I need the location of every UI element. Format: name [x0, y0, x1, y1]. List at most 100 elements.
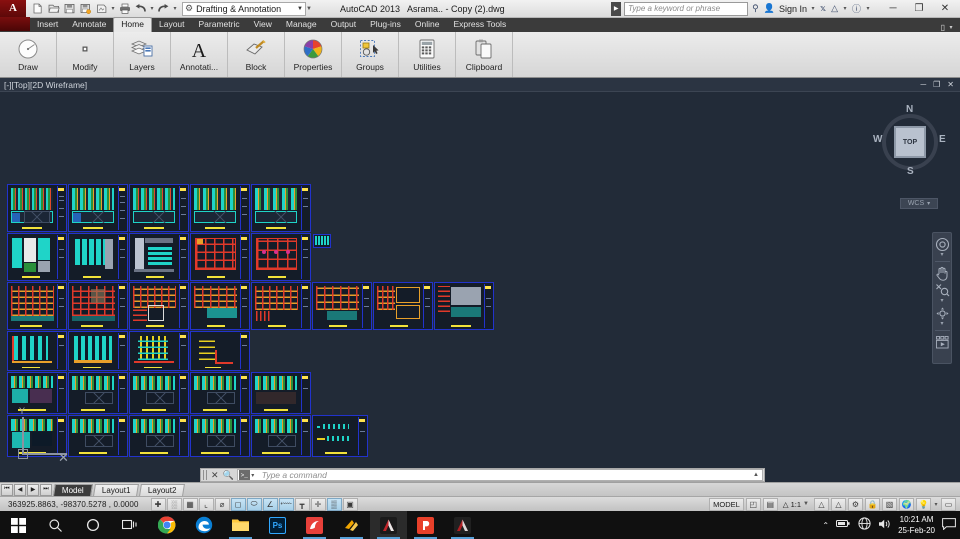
- panel-draw[interactable]: Draw: [0, 32, 57, 77]
- ribbon-minimize-caret[interactable]: ▾: [948, 24, 954, 31]
- help-caret[interactable]: ▾: [865, 5, 871, 12]
- fullscreen-icon[interactable]: ▭: [941, 497, 956, 511]
- pan-hand-icon[interactable]: [933, 265, 951, 281]
- user-account-icon[interactable]: 👤: [763, 3, 776, 14]
- exchange-apps-icon[interactable]: 𝕩: [819, 3, 827, 14]
- tab-layout[interactable]: Layout: [152, 18, 192, 32]
- start-button[interactable]: [0, 511, 37, 539]
- undo-icon[interactable]: [133, 1, 148, 16]
- tab-model[interactable]: Model: [53, 483, 93, 496]
- lineweight-icon[interactable]: ✛: [310, 497, 326, 511]
- autocad-icon[interactable]: [370, 511, 407, 539]
- next-layout-button[interactable]: ▶: [27, 483, 39, 496]
- autocad-second-icon[interactable]: [444, 511, 481, 539]
- minimize-button[interactable]: ─: [880, 0, 906, 18]
- save-icon[interactable]: [62, 1, 77, 16]
- view-cube[interactable]: TOP N S E W: [872, 104, 948, 180]
- tab-home[interactable]: Home: [113, 17, 152, 32]
- tab-view[interactable]: View: [247, 18, 279, 32]
- tab-layout2[interactable]: Layout2: [139, 483, 186, 496]
- undo-dropdown-caret[interactable]: ▾: [149, 5, 155, 12]
- tab-online[interactable]: Online: [408, 18, 447, 32]
- application-menu-button[interactable]: A: [0, 0, 26, 18]
- photoshop-icon[interactable]: Ps: [259, 511, 296, 539]
- zoom-extents-icon[interactable]: [933, 282, 951, 298]
- panel-utilities[interactable]: Utilities: [399, 32, 456, 77]
- last-layout-button[interactable]: ⏭: [40, 483, 52, 496]
- viewport-close-button[interactable]: ✕: [947, 80, 954, 89]
- quick-properties-icon[interactable]: ▣: [342, 497, 358, 511]
- sign-in-button[interactable]: Sign In: [779, 4, 807, 14]
- redo-dropdown-caret[interactable]: ▾: [172, 5, 178, 12]
- sign-in-caret[interactable]: ▾: [810, 5, 816, 12]
- panel-clipboard[interactable]: Clipboard: [456, 32, 513, 77]
- transparency-icon[interactable]: ▒: [326, 497, 342, 511]
- panel-block[interactable]: Block: [228, 32, 285, 77]
- redo-icon[interactable]: [156, 1, 171, 16]
- chrome-icon[interactable]: [148, 511, 185, 539]
- panel-annotation[interactable]: A Annotati...: [171, 32, 228, 77]
- navigation-bar[interactable]: ▾ ▾ ▾: [932, 232, 952, 364]
- open-file-icon[interactable]: [46, 1, 61, 16]
- annotation-scale-selector[interactable]: △ 1:1 ▼: [780, 500, 812, 509]
- wcs-selector[interactable]: WCS ▾: [900, 198, 938, 209]
- dynamic-ucs-icon[interactable]: ⬳: [278, 497, 294, 511]
- save-as-icon[interactable]: [78, 1, 93, 16]
- annotation-scale-caret[interactable]: ▼: [803, 501, 809, 507]
- maximize-button[interactable]: ❐: [906, 0, 932, 18]
- edge-icon[interactable]: [185, 511, 222, 539]
- battery-icon[interactable]: [836, 518, 851, 532]
- annotation-visibility-icon[interactable]: △: [783, 500, 789, 509]
- close-icon[interactable]: ✕: [209, 470, 221, 481]
- drawing-area[interactable]: [-][Top][2D Wireframe] ─ ❐ ✕ TOP N S E W…: [0, 78, 960, 468]
- tab-annotate[interactable]: Annotate: [65, 18, 113, 32]
- showmotion-icon[interactable]: [933, 334, 951, 350]
- sketchup-icon[interactable]: [296, 511, 333, 539]
- plot-dropdown-caret[interactable]: ▾: [110, 5, 116, 12]
- search-binoculars-icon[interactable]: ⚲: [751, 3, 760, 14]
- taskbar-clock[interactable]: 10:21 AM 25-Feb-20: [898, 514, 935, 536]
- new-file-icon[interactable]: [30, 1, 45, 16]
- model-space-icon[interactable]: ◰: [745, 497, 761, 511]
- help-icon[interactable]: ⓘ: [851, 2, 862, 15]
- zoom-caret[interactable]: ▾: [940, 298, 943, 304]
- hardware-acceleration-icon[interactable]: ▧: [882, 497, 897, 511]
- qat-overflow-caret[interactable]: ▼: [306, 6, 312, 12]
- orbit-caret[interactable]: ▾: [940, 321, 943, 327]
- viewport-restore-button[interactable]: ❐: [933, 80, 940, 89]
- print-icon[interactable]: [117, 1, 132, 16]
- snap-mode-icon[interactable]: ░: [166, 497, 182, 511]
- command-input[interactable]: >_ ▾ Type a command ▲: [236, 469, 763, 481]
- 3d-object-snap-icon[interactable]: ⬭: [246, 497, 262, 511]
- viewcube-top-face[interactable]: TOP: [894, 126, 926, 158]
- isolate-objects-icon[interactable]: 🌍: [899, 497, 914, 511]
- orbit-icon[interactable]: [933, 305, 951, 321]
- command-expand-icon[interactable]: ▲: [753, 472, 762, 478]
- command-line-grip[interactable]: [203, 470, 207, 480]
- tab-plug-ins[interactable]: Plug-ins: [363, 18, 408, 32]
- search-dropdown-icon[interactable]: ▶: [611, 1, 622, 16]
- viewcube-north-label[interactable]: N: [906, 104, 913, 115]
- search-icon[interactable]: [37, 511, 74, 539]
- viewcube-east-label[interactable]: E: [939, 134, 946, 145]
- tab-express-tools[interactable]: Express Tools: [446, 18, 513, 32]
- lumion-icon[interactable]: [333, 511, 370, 539]
- steering-wheel-icon[interactable]: [933, 236, 951, 252]
- ortho-mode-icon[interactable]: ⌞: [198, 497, 214, 511]
- autodesk-360-caret[interactable]: ▾: [842, 5, 848, 12]
- polar-tracking-icon[interactable]: ⌀: [214, 497, 230, 511]
- grid-display-icon[interactable]: ▦: [182, 497, 198, 511]
- command-tools-icon[interactable]: 🔍: [221, 470, 236, 481]
- prev-layout-button[interactable]: ◀: [14, 483, 26, 496]
- volume-icon[interactable]: [878, 518, 891, 533]
- chevron-down-icon[interactable]: ▼: [297, 6, 303, 12]
- coordinates-display[interactable]: 363925.8863, -98370.5278 , 0.0000: [0, 500, 139, 509]
- search-input[interactable]: Type a keyword or phrase: [624, 1, 749, 16]
- workspace-selector[interactable]: ⚙ Drafting & Annotation ▼: [182, 1, 306, 16]
- object-snap-tracking-icon[interactable]: ∠: [262, 497, 278, 511]
- show-hidden-icons-button[interactable]: ⌃: [822, 521, 829, 530]
- viewcube-west-label[interactable]: W: [873, 134, 882, 145]
- steering-wheel-caret[interactable]: ▾: [940, 252, 943, 258]
- task-view-icon[interactable]: [111, 511, 148, 539]
- plot-preview-icon[interactable]: [94, 1, 109, 16]
